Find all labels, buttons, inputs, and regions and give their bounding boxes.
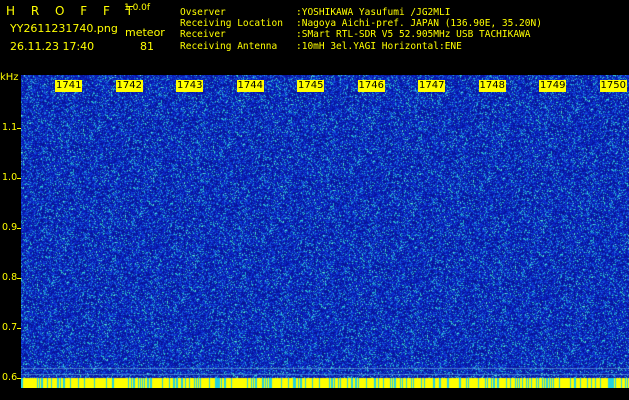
x-tick-label: 1749	[539, 80, 567, 92]
y-tick-label: 0.9	[2, 222, 18, 233]
app-version: 1.0.0f	[124, 3, 151, 13]
event-count: 81	[140, 40, 154, 53]
app-logo: H R O F F T	[6, 4, 140, 18]
x-tick-label: 1748	[478, 80, 506, 92]
spectrogram	[21, 75, 629, 388]
y-tick-label: 0.7	[2, 322, 18, 333]
x-tick-label: 1743	[176, 80, 204, 92]
y-axis-unit: kHz	[0, 72, 19, 83]
location-value: :Nagoya Aichi-pref. JAPAN (136.90E, 35.2…	[296, 18, 542, 30]
info-labels: Ovserver Receiving Location Receiver Rec…	[180, 7, 283, 52]
info-values: :YOSHIKAWA Yasufumi /JG2MLI :Nagoya Aich…	[296, 7, 542, 52]
category-label: meteor	[125, 26, 165, 39]
x-tick-label: 1741	[55, 80, 83, 92]
x-tick-label: 1747	[418, 80, 446, 92]
x-tick-label: 1746	[357, 80, 385, 92]
receiver-label: Receiver	[180, 29, 226, 41]
antenna-label: Receiving Antenna	[180, 40, 278, 52]
filename: YY2611231740.png	[10, 22, 118, 35]
observer-value: :YOSHIKAWA Yasufumi /JG2MLI	[296, 7, 451, 18]
x-tick-label: 1744	[236, 80, 264, 92]
observer-label: Ovserver	[180, 7, 226, 18]
x-tick-label: 1742	[115, 80, 143, 92]
x-tick-label: 1750	[599, 80, 627, 92]
y-tick-label: 0.6	[2, 372, 18, 383]
x-tick-label: 1745	[297, 80, 325, 92]
receiver-value: :SMart RTL-SDR V5 52.905MHz USB TACHIKAW…	[296, 29, 531, 41]
antenna-value: :10mH 3el.YAGI Horizontal:ENE	[296, 40, 462, 52]
y-tick-label: 1.1	[2, 122, 18, 133]
y-tick-label: 0.8	[2, 272, 18, 283]
datetime: 26.11.23 17:40	[10, 40, 95, 53]
location-label: Receiving Location	[180, 18, 283, 30]
y-tick-label: 1.0	[2, 172, 18, 183]
